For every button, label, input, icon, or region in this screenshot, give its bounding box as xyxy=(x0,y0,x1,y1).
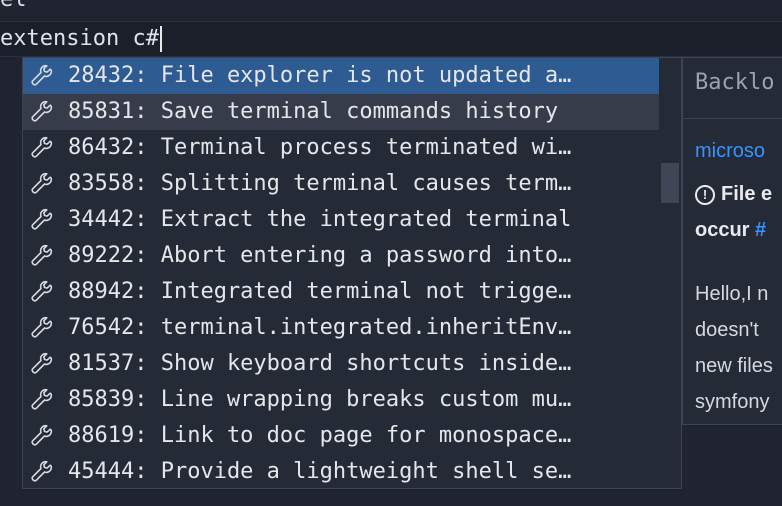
suggestion-label: 85831: Save terminal commands history xyxy=(68,99,559,124)
suggestion-item[interactable]: 45444: Provide a lightweight shell se… xyxy=(23,454,659,488)
suggestion-label: 88619: Link to doc page for monospace… xyxy=(68,423,572,448)
wrench-icon xyxy=(31,280,53,302)
suggestion-label: 88942: Integrated terminal not trigge… xyxy=(68,279,572,304)
wrench-icon xyxy=(31,388,53,410)
text-cursor xyxy=(159,26,162,52)
issue-body-line: symfony xyxy=(695,391,770,413)
wrench-icon xyxy=(31,64,53,86)
detail-title: Backlo xyxy=(695,70,775,95)
issue-title-line-1: File e xyxy=(721,183,773,205)
wrench-icon xyxy=(31,424,53,446)
wrench-icon xyxy=(31,100,53,122)
wrench-icon xyxy=(31,316,53,338)
issue-number-link[interactable]: # xyxy=(755,219,766,241)
suggestion-label: 81537: Show keyboard shortcuts inside… xyxy=(68,351,572,376)
repository-link[interactable]: microso xyxy=(695,140,765,163)
suggestion-item[interactable]: 86432: Terminal process terminated wi… xyxy=(23,130,659,166)
suggestion-scrollbar[interactable] xyxy=(659,58,681,488)
suggestion-item[interactable]: 85839: Line wrapping breaks custom mu… xyxy=(23,382,659,418)
editor-window: el extension c# 45444: Provide a lightwe… xyxy=(0,0,782,506)
detail-divider xyxy=(683,118,782,119)
suggestion-item[interactable]: 28432: File explorer is not updated a… xyxy=(23,58,659,94)
suggestion-label: 34442: Extract the integrated terminal xyxy=(68,207,572,232)
wrench-icon xyxy=(31,460,53,482)
wrench-icon xyxy=(31,352,53,374)
suggestion-label: 28432: File explorer is not updated a… xyxy=(68,63,572,88)
scrollbar-thumb[interactable] xyxy=(661,163,679,203)
issue-body-line: new files xyxy=(695,355,773,377)
suggestion-item[interactable]: 34442: Extract the integrated terminal xyxy=(23,202,659,238)
issue-body-line: doesn't xyxy=(695,319,759,341)
suggestion-detail-panel[interactable]: Backlo microso ! File e occur # Hello,I n… xyxy=(682,57,782,425)
issue-title-line-2: occur xyxy=(695,219,756,241)
suggestion-label: 45444: Provide a lightweight shell se… xyxy=(68,459,572,484)
suggestion-item[interactable]: 88619: Link to doc page for monospace… xyxy=(23,418,659,454)
issue-opened-icon: ! xyxy=(695,184,715,205)
suggestion-label: 86432: Terminal process terminated wi… xyxy=(68,135,572,160)
suggestion-item[interactable]: 76542: terminal.integrated.inheritEnv… xyxy=(23,310,659,346)
editor-input[interactable]: extension c# xyxy=(0,26,162,52)
suggestion-item[interactable]: 85831: Save terminal commands history xyxy=(23,94,659,130)
current-editor-line[interactable]: extension c# xyxy=(0,21,782,57)
suggestion-item[interactable]: 89222: Abort entering a password into… xyxy=(23,238,659,274)
suggestion-label: 85839: Line wrapping breaks custom mu… xyxy=(68,387,572,412)
previous-editor-line: el xyxy=(0,0,27,12)
suggestion-label: 83558: Splitting terminal causes term… xyxy=(68,171,572,196)
suggestion-item[interactable]: 83558: Splitting terminal causes term… xyxy=(23,166,659,202)
issue-body: Hello,I n doesn't new files symfony xyxy=(695,276,773,420)
suggestion-label: 76542: terminal.integrated.inheritEnv… xyxy=(68,315,572,340)
editor-input-text: extension c# xyxy=(0,26,159,51)
issue-title: ! File e occur # xyxy=(695,176,772,248)
suggestion-item[interactable]: 88942: Integrated terminal not trigge… xyxy=(23,274,659,310)
wrench-icon xyxy=(31,136,53,158)
wrench-icon xyxy=(31,208,53,230)
suggestion-list[interactable]: 45444: Provide a lightweight shell se… 88… xyxy=(22,57,682,489)
suggestion-label: 89222: Abort entering a password into… xyxy=(68,243,572,268)
issue-body-line: Hello,I n xyxy=(695,283,769,305)
suggestion-item[interactable]: 81537: Show keyboard shortcuts inside… xyxy=(23,346,659,382)
wrench-icon xyxy=(31,172,53,194)
wrench-icon xyxy=(31,244,53,266)
